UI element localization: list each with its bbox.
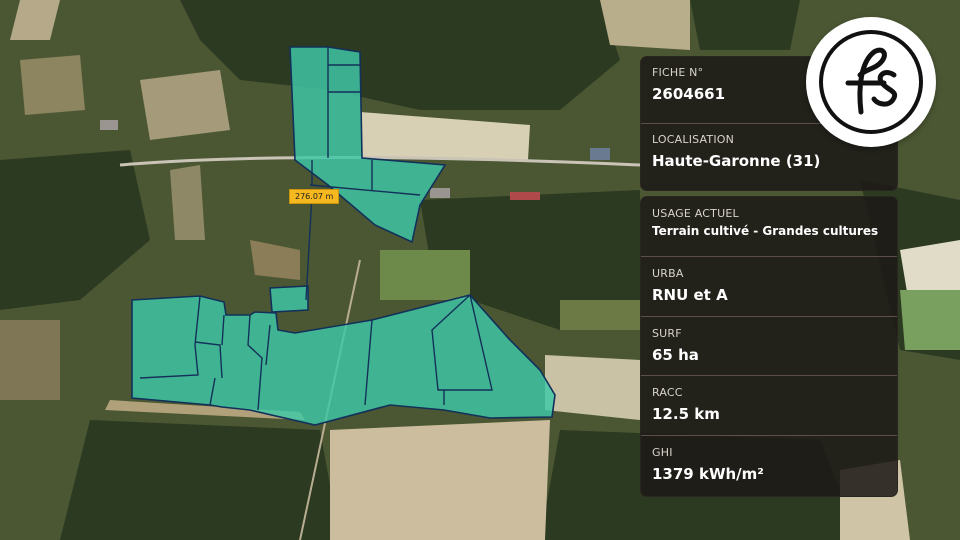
racc-value: 12.5 km [652,405,720,424]
surf-field: SURF 65 ha [641,317,897,377]
usage-value: Terrain cultivé - Grandes cultures [652,224,879,238]
urba-value: RNU et A [652,285,728,304]
surf-value: 65 ha [652,345,699,364]
surf-label: SURF [652,326,682,340]
localisation-value: Haute-Garonne (31) [652,151,821,170]
ghi-value: 1379 kWh/m² [652,465,764,484]
urba-label: URBA [652,266,684,280]
info-card-details: USAGE ACTUEL Terrain cultivé - Grandes c… [640,196,898,497]
measure-label: 276.07 m [289,189,340,204]
racc-field: RACC 12.5 km [641,376,897,437]
racc-label: RACC [652,386,683,400]
usage-label: USAGE ACTUEL [652,207,739,220]
brand-logo [806,17,936,147]
usage-field: USAGE ACTUEL Terrain cultivé - Grandes c… [641,197,897,257]
ghi-label: GHI [652,446,673,460]
parcel-small[interactable] [269,285,309,313]
ghi-field: GHI 1379 kWh/m² [641,436,897,496]
urba-field: URBA RNU et A [641,257,897,317]
fs-monogram-icon [819,30,923,134]
